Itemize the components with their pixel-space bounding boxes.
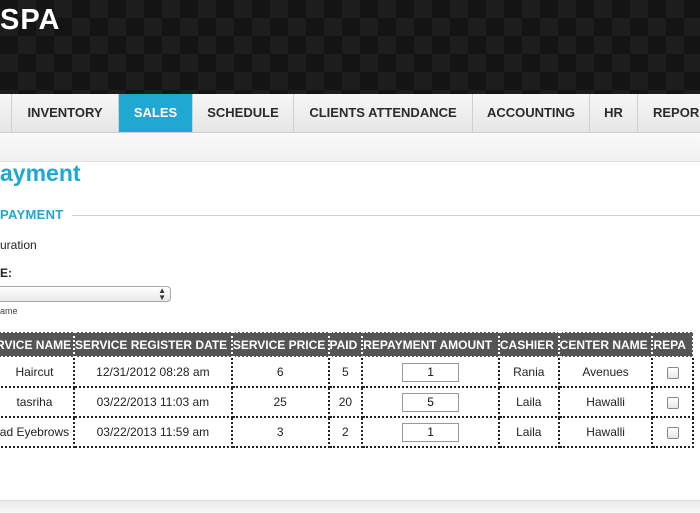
cell-price: 25	[230, 386, 330, 418]
cell-center-name: Avenues	[557, 356, 654, 388]
repayment-table: RVICE NAME SERVICE REGISTER DATE SERVICE…	[0, 331, 694, 448]
nav-item-hr[interactable]: HR	[590, 94, 638, 132]
filter-select[interactable]: ▲ ▼	[0, 286, 171, 302]
app-header: SPA	[0, 0, 700, 94]
table-row: ad Eyebrows 03/22/2013 11:59 am 3 2 Lail…	[0, 416, 694, 448]
select-field-label: E:	[0, 266, 12, 280]
cell-paid: 2	[327, 416, 364, 448]
cell-cashier: Laila	[497, 386, 560, 418]
cell-register-date: 03/22/2013 11:59 am	[72, 416, 233, 448]
footer-divider	[0, 500, 700, 513]
col-service-price[interactable]: SERVICE PRICE	[230, 331, 330, 358]
page-title: ayment	[0, 160, 81, 186]
field-hint: ame	[0, 306, 18, 316]
select-arrows-icon: ▲ ▼	[158, 286, 166, 302]
cell-service-name: Haircut	[0, 356, 75, 388]
cell-cashier: Rania	[497, 356, 560, 388]
section-divider	[72, 215, 700, 216]
col-cashier[interactable]: CASHIER	[497, 331, 560, 358]
col-repay[interactable]: REPA	[651, 331, 694, 358]
cell-repay	[651, 416, 694, 448]
cell-price: 6	[230, 356, 330, 388]
repayment-amount-input[interactable]	[402, 362, 460, 382]
cell-paid: 20	[327, 386, 364, 418]
table-header-row: RVICE NAME SERVICE REGISTER DATE SERVICE…	[0, 331, 694, 358]
col-service-register-date[interactable]: SERVICE REGISTER DATE	[72, 331, 233, 358]
repay-checkbox[interactable]	[666, 396, 679, 409]
cell-service-name: ad Eyebrows	[0, 416, 75, 448]
app-logo[interactable]: SPA	[0, 4, 60, 37]
cell-register-date: 03/22/2013 11:03 am	[72, 386, 233, 418]
repay-checkbox[interactable]	[666, 366, 679, 379]
cell-repayment-amount	[361, 386, 500, 418]
table-row: tasriha 03/22/2013 11:03 am 25 20 Laila …	[0, 386, 694, 418]
col-center-name[interactable]: CENTER NAME	[557, 331, 654, 358]
main-nav: INVENTORY SALES SCHEDULE CLIENTS ATTENDA…	[0, 94, 700, 133]
cell-repay	[651, 356, 694, 388]
cell-repayment-amount	[361, 356, 500, 388]
cell-repay	[651, 386, 694, 418]
cell-price: 3	[230, 416, 330, 448]
nav-item-inventory[interactable]: INVENTORY	[12, 94, 119, 132]
repayment-amount-input[interactable]	[402, 422, 460, 442]
col-repayment-amount[interactable]: REPAYMENT AMOUNT	[361, 331, 500, 358]
sub-toolbar	[0, 133, 700, 162]
nav-item-reports[interactable]: REPOR	[638, 94, 700, 132]
nav-item-sales[interactable]: SALES	[119, 94, 193, 132]
cell-center-name: Hawalli	[557, 386, 654, 418]
cell-paid: 5	[327, 356, 364, 388]
nav-item-schedule[interactable]: SCHEDULE	[193, 94, 294, 132]
table-row: Haircut 12/31/2012 08:28 am 6 5 Rania Av…	[0, 356, 694, 388]
cell-center-name: Hawalli	[557, 416, 654, 448]
cell-service-name: tasriha	[0, 386, 75, 418]
cell-register-date: 12/31/2012 08:28 am	[72, 356, 233, 388]
nav-item-clients-attendance[interactable]: CLIENTS ATTENDANCE	[294, 94, 473, 132]
nav-item-partial[interactable]	[0, 94, 12, 132]
col-service-name[interactable]: RVICE NAME	[0, 331, 75, 358]
nav-item-accounting[interactable]: ACCOUNTING	[473, 94, 590, 132]
cell-repayment-amount	[361, 416, 500, 448]
col-paid[interactable]: PAID	[327, 331, 364, 358]
repayment-amount-input[interactable]	[402, 392, 460, 412]
duration-label: uration	[0, 238, 37, 252]
repay-checkbox[interactable]	[666, 426, 679, 439]
section-title: PAYMENT	[0, 207, 64, 222]
cell-cashier: Laila	[497, 416, 560, 448]
